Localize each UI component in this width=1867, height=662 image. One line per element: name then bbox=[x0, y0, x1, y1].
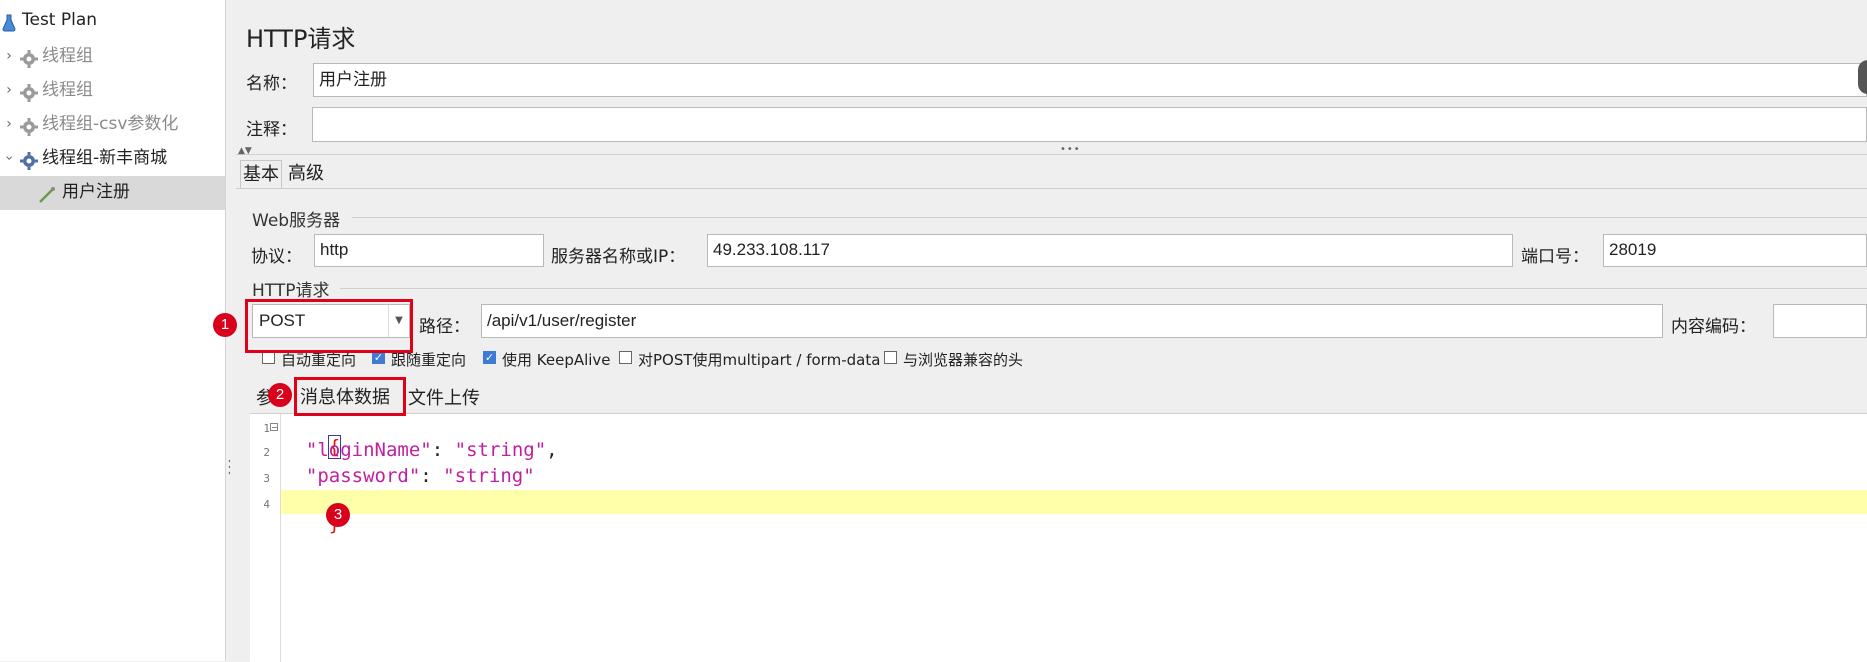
tree-item-thread-group-mall[interactable]: › 线程组-新丰商城 bbox=[0, 142, 225, 174]
tree-item-test-plan[interactable]: Test Plan bbox=[0, 4, 225, 36]
tree-item-label: 线程组-新丰商城 bbox=[42, 148, 168, 168]
http-request-group-title: HTTP请求 bbox=[252, 281, 330, 301]
gear-icon bbox=[20, 81, 38, 102]
body-data-editor[interactable]: 1 − 2 3 4 { "loginName": "string", "pass… bbox=[250, 413, 1867, 662]
comment-input[interactable] bbox=[312, 107, 1867, 142]
line-number: 4 bbox=[263, 498, 270, 511]
tab-basic[interactable]: 基本 bbox=[240, 160, 282, 189]
scroll-indicator bbox=[1858, 60, 1867, 94]
page-title: HTTP请求 bbox=[246, 25, 356, 53]
name-input[interactable]: 用户注册 bbox=[313, 63, 1867, 97]
tree-item-thread-group-csv[interactable]: › 线程组-csv参数化 bbox=[0, 108, 225, 140]
web-server-group-title: Web服务器 bbox=[252, 211, 341, 231]
flask-icon bbox=[2, 11, 20, 32]
multipart-label: 对POST使用multipart / form-data bbox=[638, 351, 881, 369]
pipette-icon bbox=[38, 183, 56, 203]
tree-item-thread-group-1[interactable]: › 线程组 bbox=[0, 40, 225, 72]
line-number: 3 bbox=[263, 472, 270, 485]
path-input[interactable]: /api/v1/user/register bbox=[481, 304, 1663, 338]
comment-label: 注释： bbox=[246, 120, 297, 140]
chevron-right-icon[interactable]: › bbox=[3, 108, 15, 140]
multipart-checkbox[interactable] bbox=[619, 351, 632, 364]
annotation-badge-3: 3 bbox=[326, 503, 350, 527]
collapse-arrows-icon[interactable]: ▲▼ bbox=[238, 146, 252, 156]
group-divider bbox=[340, 288, 1867, 289]
encoding-label: 内容编码： bbox=[1671, 317, 1756, 337]
tab-underline bbox=[236, 188, 1867, 189]
server-label: 服务器名称或IP： bbox=[551, 247, 686, 267]
browser-headers-label: 与浏览器兼容的头 bbox=[903, 351, 1024, 369]
gear-icon bbox=[20, 47, 38, 68]
protocol-input[interactable]: http bbox=[314, 234, 544, 267]
gear-icon bbox=[20, 149, 38, 170]
tree-item-label: 线程组-csv参数化 bbox=[42, 114, 179, 134]
port-label: 端口号： bbox=[1521, 247, 1589, 267]
keepalive-checkbox[interactable]: ✓ bbox=[483, 351, 496, 364]
test-plan-tree[interactable]: Test Plan › 线程组 › 线程组 › 线程组-csv参数化 › 线程组… bbox=[0, 0, 226, 661]
divider bbox=[236, 154, 1867, 155]
path-label: 路径： bbox=[419, 317, 470, 337]
drag-grip-icon[interactable]: ••• bbox=[1060, 144, 1081, 155]
group-divider bbox=[352, 217, 1867, 218]
browser-headers-checkbox[interactable] bbox=[884, 351, 897, 364]
tree-item-thread-group-2[interactable]: › 线程组 bbox=[0, 74, 225, 106]
line-number: 2 bbox=[263, 446, 270, 459]
annotation-box-method bbox=[245, 299, 413, 353]
server-input[interactable]: 49.233.108.117 bbox=[707, 234, 1513, 267]
chevron-right-icon[interactable]: › bbox=[3, 40, 15, 72]
tree-item-label: 用户注册 bbox=[62, 182, 130, 202]
port-input[interactable]: 28019 bbox=[1603, 234, 1867, 267]
json-value: "string" bbox=[443, 465, 535, 487]
annotation-badge-2: 2 bbox=[268, 383, 292, 407]
code-line-2: "loginName": "string", bbox=[305, 439, 558, 461]
code-line-3: "password": "string" bbox=[305, 465, 535, 487]
json-key: "password" bbox=[305, 465, 421, 487]
tab-file-upload[interactable]: 文件上传 bbox=[408, 384, 480, 410]
chevron-right-icon[interactable]: › bbox=[3, 74, 15, 106]
gear-icon bbox=[20, 115, 38, 136]
name-label: 名称： bbox=[246, 74, 297, 94]
annotation-box-body-data bbox=[294, 377, 406, 416]
encoding-input[interactable] bbox=[1773, 304, 1867, 338]
line-number: 1 bbox=[263, 422, 270, 435]
json-key: "loginName" bbox=[305, 439, 432, 461]
tree-item-user-register[interactable]: 用户注册 bbox=[0, 176, 225, 210]
tab-advanced[interactable]: 高级 bbox=[286, 160, 326, 188]
annotation-badge-1: 1 bbox=[213, 313, 237, 337]
tree-item-label: Test Plan bbox=[22, 10, 98, 30]
protocol-label: 协议： bbox=[251, 247, 302, 267]
json-value: "string" bbox=[454, 439, 547, 461]
tree-item-label: 线程组 bbox=[42, 80, 93, 100]
fold-icon[interactable]: − bbox=[270, 423, 278, 432]
tree-item-label: 线程组 bbox=[42, 46, 93, 66]
line-number-gutter: 1 − 2 3 4 bbox=[250, 414, 281, 662]
current-line-highlight bbox=[281, 490, 1867, 514]
keepalive-label: 使用 KeepAlive bbox=[502, 351, 611, 369]
